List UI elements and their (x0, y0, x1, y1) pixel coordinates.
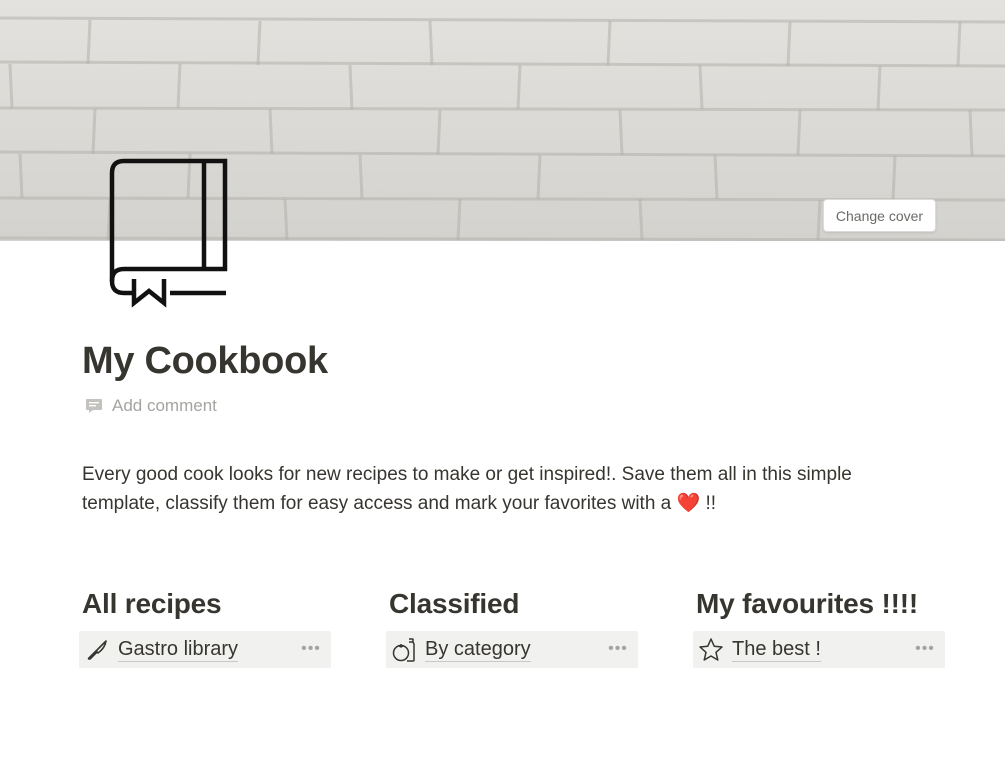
column-heading: My favourites !!!! (696, 588, 918, 619)
star-icon (698, 637, 724, 663)
link-label: The best ! (732, 638, 821, 662)
book-icon[interactable] (104, 155, 234, 310)
page-description[interactable]: Every good cook looks for new recipes to… (82, 460, 932, 518)
page-link-gastro-library[interactable]: Gastro library ••• (79, 631, 331, 668)
more-options-icon[interactable]: ••• (608, 639, 628, 659)
add-comment-button[interactable]: Add comment (84, 393, 217, 419)
add-comment-label: Add comment (112, 396, 217, 415)
page-link-by-category[interactable]: By category ••• (386, 631, 638, 668)
column-my-favourites: My favourites !!!! The best ! ••• (693, 586, 945, 668)
link-label: Gastro library (118, 638, 239, 662)
page-title[interactable]: My Cookbook (82, 338, 328, 384)
page-link-the-best[interactable]: The best ! ••• (693, 631, 945, 668)
notion-page: Change cover My Cookbook Add comment Eve… (0, 0, 1005, 771)
description-end: !! (700, 493, 717, 514)
description-text: Every good cook looks for new recipes to… (82, 464, 852, 514)
more-options-icon[interactable]: ••• (915, 639, 935, 659)
change-cover-button[interactable]: Change cover (823, 199, 936, 232)
heart-emoji: ❤️ (676, 493, 701, 514)
column-all-recipes: All recipes Gastro library ••• (79, 586, 331, 668)
comment-icon (86, 399, 102, 413)
link-label: By category (425, 638, 531, 662)
column-heading: All recipes (82, 588, 222, 619)
column-classified: Classified By category ••• (386, 586, 638, 668)
knife-icon (84, 637, 110, 663)
column-heading: Classified (389, 588, 520, 619)
more-options-icon[interactable]: ••• (301, 639, 321, 659)
tomato-jar-icon (391, 637, 417, 663)
